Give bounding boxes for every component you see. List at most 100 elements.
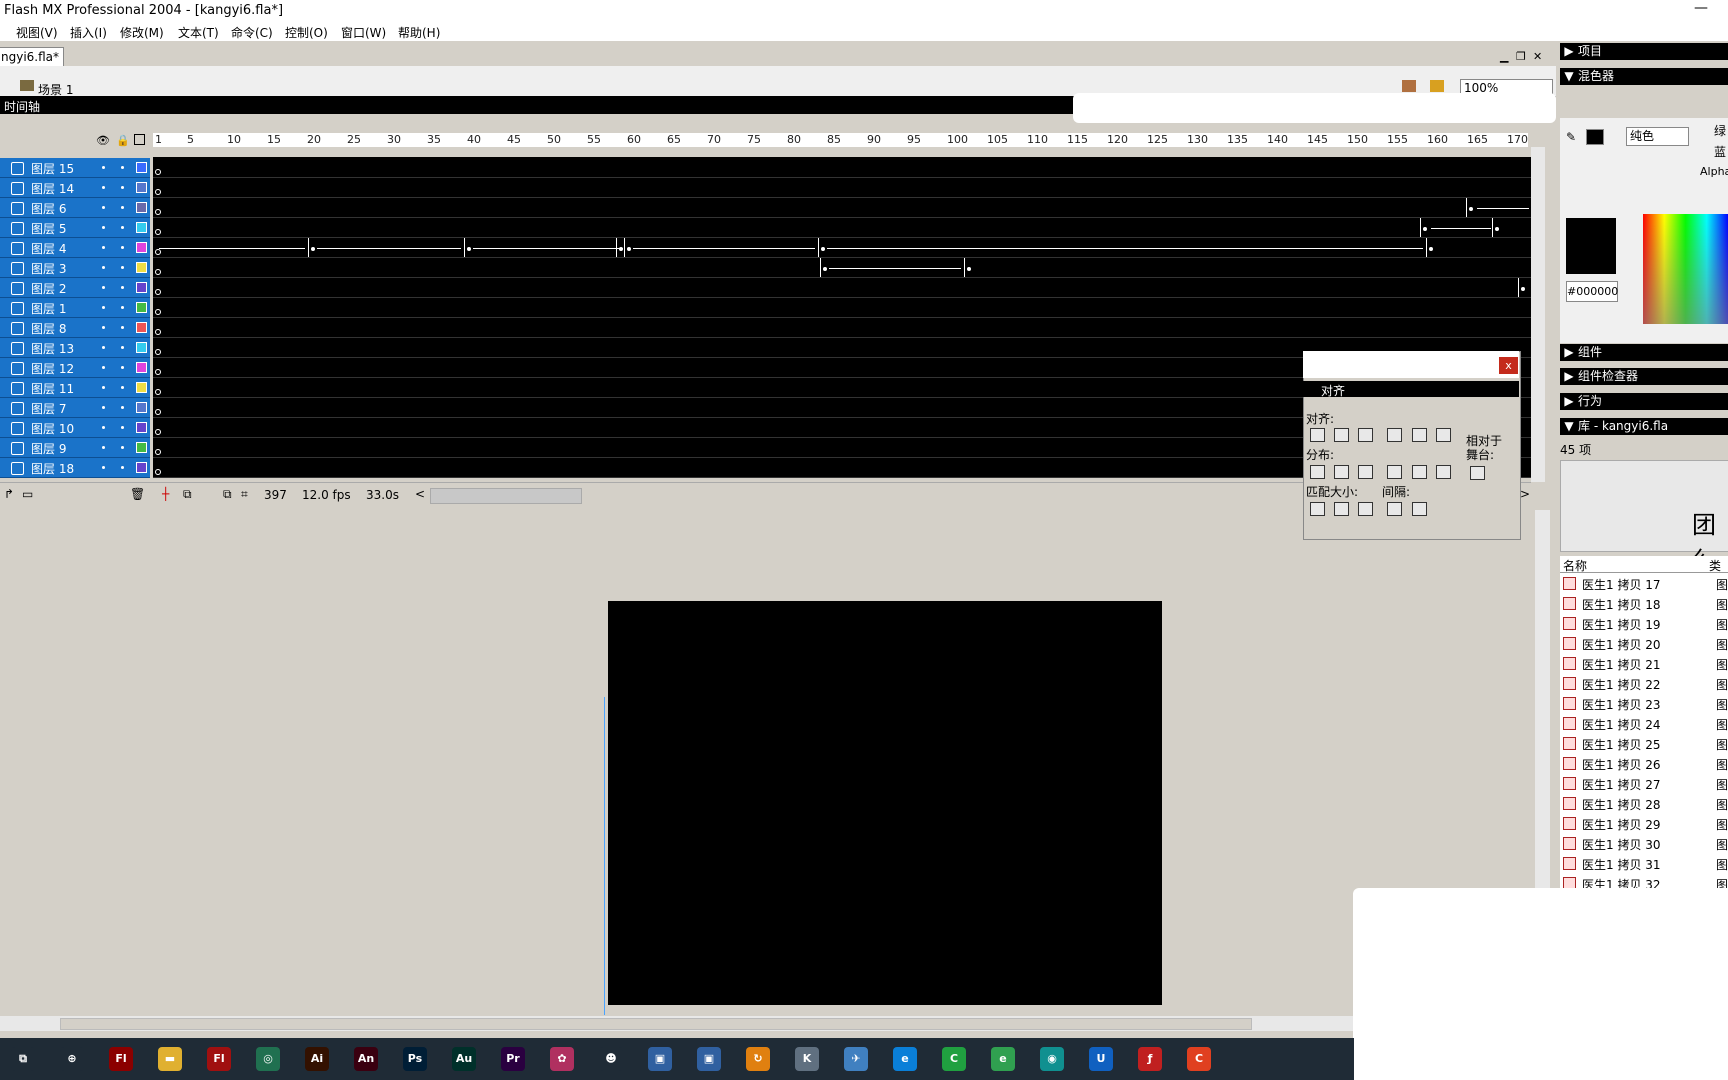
trash-icon[interactable]: 🗑 <box>130 487 145 501</box>
menu-control[interactable]: 控制(O) <box>285 24 328 41</box>
keyframe[interactable] <box>155 289 161 295</box>
lock-dot[interactable] <box>121 306 124 309</box>
keyframe[interactable] <box>155 169 161 175</box>
library-item[interactable]: 医生1 拷贝 26 图 <box>1560 753 1728 773</box>
layer-color-swatch[interactable] <box>136 402 147 413</box>
minimize-button[interactable]: — <box>1694 0 1708 16</box>
layer-color-swatch[interactable] <box>136 422 147 433</box>
library-panel-header[interactable]: ▼ 库 - kangyi6.fla <box>1560 418 1728 435</box>
lock-dot[interactable] <box>121 286 124 289</box>
doc-minimize-icon[interactable]: ▁ <box>1500 50 1508 63</box>
eye-icon[interactable]: 👁 <box>96 134 110 147</box>
mixer-panel-header[interactable]: ▼ 混色器 <box>1560 68 1728 85</box>
taskbar-animate-icon[interactable]: An <box>354 1047 378 1071</box>
layer-row[interactable]: 图层 2 <box>0 278 150 298</box>
frame-row[interactable] <box>153 218 1531 238</box>
layer-row[interactable]: 图层 13 <box>0 338 150 358</box>
layer-name[interactable]: 图层 18 <box>31 460 74 477</box>
visibility-dot[interactable] <box>102 366 105 369</box>
fill-color-swatch[interactable] <box>1586 129 1604 145</box>
layer-row[interactable]: 图层 4 <box>0 238 150 258</box>
taskbar-flash-player-icon[interactable]: ƒ <box>1138 1047 1162 1071</box>
library-item[interactable]: 医生1 拷贝 25 图 <box>1560 733 1728 753</box>
frame-row[interactable] <box>153 258 1531 278</box>
layer-name[interactable]: 图层 7 <box>31 400 66 417</box>
layer-name[interactable]: 图层 1 <box>31 300 66 317</box>
visibility-dot[interactable] <box>102 306 105 309</box>
distribute-button[interactable] <box>1310 465 1325 479</box>
layer-color-swatch[interactable] <box>136 222 147 233</box>
behaviors-panel-header[interactable]: ▶ 行为 <box>1560 393 1728 410</box>
layer-row[interactable]: 图层 7 <box>0 398 150 418</box>
library-item[interactable]: 医生1 拷贝 30 图 <box>1560 833 1728 853</box>
layer-name[interactable]: 图层 6 <box>31 200 66 217</box>
layer-name[interactable]: 图层 5 <box>31 220 66 237</box>
menu-commands[interactable]: 命令(C) <box>231 24 273 41</box>
library-item[interactable]: 医生1 拷贝 17 图 <box>1560 573 1728 593</box>
taskbar-qq-icon[interactable]: ☻ <box>599 1047 623 1071</box>
layer-color-swatch[interactable] <box>136 262 147 273</box>
layer-name[interactable]: 图层 4 <box>31 240 66 257</box>
layer-row[interactable]: 图层 10 <box>0 418 150 438</box>
layer-name[interactable]: 图层 15 <box>31 160 74 177</box>
visibility-dot[interactable] <box>102 386 105 389</box>
menu-insert[interactable]: 插入(I) <box>70 24 107 41</box>
keyframe[interactable] <box>155 429 161 435</box>
layer-color-swatch[interactable] <box>136 242 147 253</box>
timeline-hscroll-thumb[interactable] <box>430 488 582 504</box>
keyframe[interactable] <box>155 469 161 475</box>
lock-dot[interactable] <box>121 446 124 449</box>
lock-dot[interactable] <box>121 466 124 469</box>
lock-dot[interactable] <box>121 406 124 409</box>
layer-row[interactable]: 图层 18 <box>0 458 150 478</box>
lock-dot[interactable] <box>121 266 124 269</box>
keyframe[interactable] <box>155 349 161 355</box>
taskbar-app-green-icon[interactable]: ◎ <box>256 1047 280 1071</box>
taskbar-flash-1-icon[interactable]: Fl <box>109 1047 133 1071</box>
menu-text[interactable]: 文本(T) <box>178 24 219 41</box>
layer-color-swatch[interactable] <box>136 322 147 333</box>
layer-color-swatch[interactable] <box>136 362 147 373</box>
library-item[interactable]: 医生1 拷贝 19 图 <box>1560 613 1728 633</box>
lock-dot[interactable] <box>121 206 124 209</box>
layer-row[interactable]: 图层 6 <box>0 198 150 218</box>
keyframe[interactable] <box>155 189 161 195</box>
hex-input[interactable]: #000000 <box>1566 281 1618 302</box>
fill-type-select[interactable]: 纯色 <box>1626 127 1689 146</box>
taskbar-task-view-icon[interactable]: ⧉ <box>11 1047 35 1071</box>
lock-dot[interactable] <box>121 246 124 249</box>
layer-color-swatch[interactable] <box>136 462 147 473</box>
lock-dot[interactable] <box>121 186 124 189</box>
layer-color-swatch[interactable] <box>136 182 147 193</box>
project-panel-header[interactable]: ▶ 项目 <box>1560 43 1728 60</box>
layer-name[interactable]: 图层 9 <box>31 440 66 457</box>
visibility-dot[interactable] <box>102 426 105 429</box>
align-button[interactable] <box>1436 428 1451 442</box>
library-item[interactable]: 医生1 拷贝 31 图 <box>1560 853 1728 873</box>
align-close-button[interactable]: x <box>1499 357 1518 374</box>
visibility-dot[interactable] <box>102 406 105 409</box>
align-button[interactable] <box>1334 428 1349 442</box>
align-button[interactable] <box>1412 428 1427 442</box>
layer-row[interactable]: 图层 8 <box>0 318 150 338</box>
match-size-button[interactable] <box>1412 502 1427 516</box>
taskbar-app-flower-icon[interactable]: ✿ <box>550 1047 574 1071</box>
keyframe[interactable] <box>155 389 161 395</box>
layer-color-swatch[interactable] <box>136 302 147 313</box>
taskbar-app-globe-icon[interactable]: ◉ <box>1040 1047 1064 1071</box>
keyframe[interactable] <box>311 247 315 251</box>
stage-canvas[interactable] <box>608 601 1162 1005</box>
keyframe[interactable] <box>619 247 623 251</box>
keyframe[interactable] <box>155 249 161 255</box>
library-item[interactable]: 医生1 拷贝 22 图 <box>1560 673 1728 693</box>
keyframe[interactable] <box>155 209 161 215</box>
match-size-button[interactable] <box>1358 502 1373 516</box>
center-frame-icon[interactable]: ┼ <box>162 487 169 501</box>
library-item[interactable]: 医生1 拷贝 21 图 <box>1560 653 1728 673</box>
lock-dot[interactable] <box>121 346 124 349</box>
library-item[interactable]: 医生1 拷贝 20 图 <box>1560 633 1728 653</box>
frame-row[interactable] <box>153 158 1531 178</box>
layer-row[interactable]: 图层 1 <box>0 298 150 318</box>
taskbar-audition-icon[interactable]: Au <box>452 1047 476 1071</box>
layer-row[interactable]: 图层 15 <box>0 158 150 178</box>
